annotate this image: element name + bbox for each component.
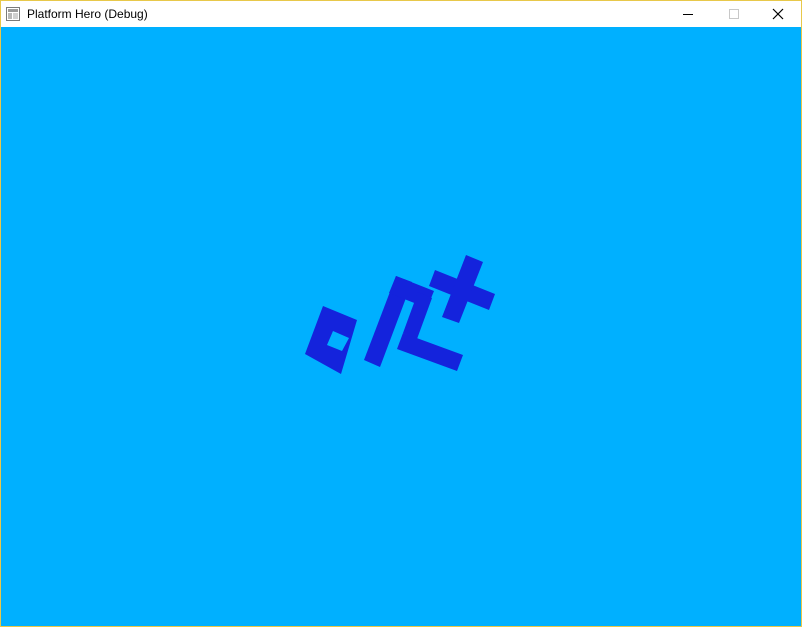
window-title: Platform Hero (Debug) (27, 7, 148, 21)
minimize-button[interactable] (665, 1, 711, 27)
close-icon (772, 8, 784, 20)
app-window: Platform Hero (Debug) (0, 0, 802, 627)
window-app-icon[interactable] (6, 7, 20, 21)
maximize-button[interactable] (711, 1, 757, 27)
minimize-icon (683, 14, 693, 15)
title-bar[interactable]: Platform Hero (Debug) (1, 1, 801, 27)
scene-background (1, 27, 801, 626)
game-canvas[interactable] (1, 27, 801, 626)
game-viewport[interactable] (1, 27, 801, 626)
maximize-icon (729, 9, 739, 19)
close-button[interactable] (755, 1, 801, 27)
